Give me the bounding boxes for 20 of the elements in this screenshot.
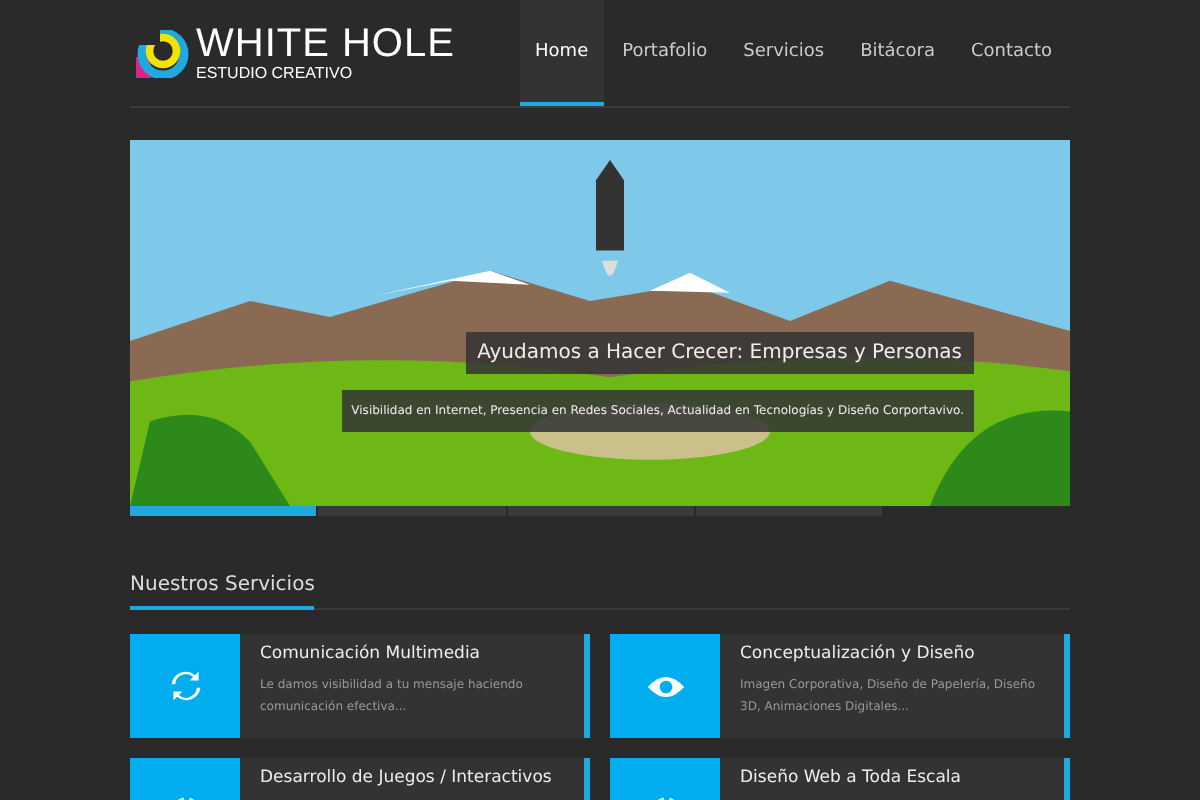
slide-indicator[interactable] (130, 506, 317, 516)
service-title: Desarrollo de Juegos / Interactivos (260, 768, 552, 788)
nav-link[interactable]: Home (519, 0, 605, 106)
service-title: Conceptualización y Diseño (740, 644, 977, 664)
section-title: Nuestros Servicios (130, 574, 315, 610)
slide-indicator[interactable] (318, 506, 505, 516)
slide-indicator[interactable] (507, 506, 694, 516)
logo-title: WHITE HOLE (196, 23, 455, 63)
nav-link[interactable]: Portafolio (604, 0, 726, 106)
nav-link[interactable]: Bitácora (842, 0, 953, 106)
logo-icon (136, 29, 190, 77)
logo-subtitle: ESTUDIO CREATIVO (196, 63, 355, 83)
service-title: Comunicación Multimedia (260, 644, 483, 664)
slider-headline: Ayudamos a Hacer Crecer: Empresas y Personas (465, 332, 974, 374)
service-title: Diseño Web a Toda Escala (740, 768, 962, 788)
slide-indicator[interactable] (695, 506, 882, 516)
nav-link[interactable]: Contacto (952, 0, 1070, 106)
refresh-icon (167, 668, 203, 704)
nav-link[interactable]: Servicios (725, 0, 843, 106)
eye-icon (645, 673, 685, 699)
